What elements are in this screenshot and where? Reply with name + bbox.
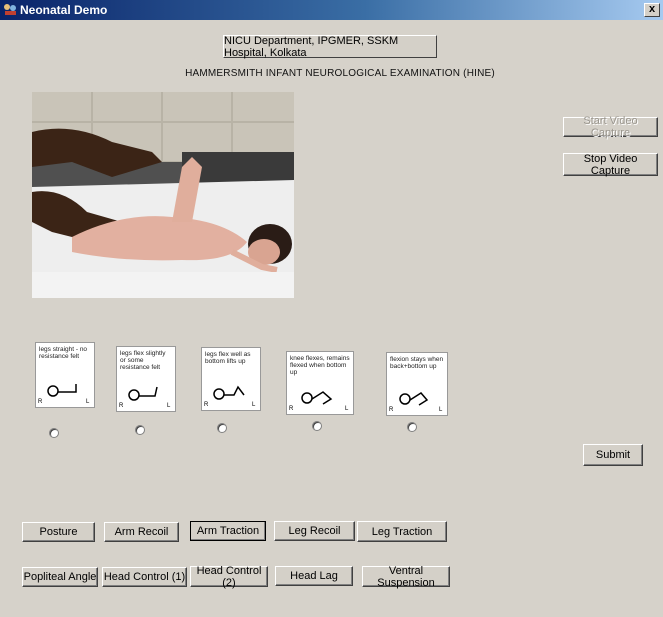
close-button[interactable]: x [644,3,660,17]
right-label: R [119,403,124,409]
head-lag-button[interactable]: Head Lag [275,566,353,586]
option-radio-1[interactable] [49,428,59,438]
option-text: knee flexes, remains flexed when bottom … [290,355,350,376]
option-card-5: flexion stays when back+bottom up RL [386,352,448,416]
right-label: R [38,399,43,405]
popliteal-angle-button[interactable]: Popliteal Angle [22,567,98,587]
leg-traction-button[interactable]: Leg Traction [357,521,447,542]
start-video-capture-button[interactable]: Start Video Capture [563,115,658,139]
leg-posture-figure-4: RL [289,391,349,412]
ventral-suspension-button[interactable]: Ventral Suspension [362,565,450,589]
posture-button[interactable]: Posture [22,522,95,542]
option-radio-5[interactable] [407,422,417,432]
video-preview [32,92,294,298]
option-text: legs flex well as bottom lifts up [205,351,251,365]
right-label: R [289,406,294,412]
option-card-3: legs flex well as bottom lifts up RL [201,347,261,411]
arm-traction-button[interactable]: Arm Traction [190,521,266,541]
left-label: L [252,402,256,408]
window-title: Neonatal Demo [20,3,108,17]
leg-posture-figure-5: RL [389,392,443,413]
option-radio-2[interactable] [135,425,145,435]
right-label: R [389,407,394,413]
left-label: L [439,407,443,413]
option-card-1: legs straight - no resistance felt RL [35,342,95,408]
leg-posture-figure-2: RL [119,386,171,409]
arm-recoil-button[interactable]: Arm Recoil [104,522,179,542]
main-panel: NICU Department, IPGMER, SSKM Hospital, … [0,20,663,617]
department-label: NICU Department, IPGMER, SSKM Hospital, … [223,35,437,59]
left-label: L [86,399,90,405]
option-radio-4[interactable] [312,421,322,431]
head-control-1-button[interactable]: Head Control (1) [102,567,187,587]
stop-video-capture-button[interactable]: Stop Video Capture [563,153,658,177]
option-radio-3[interactable] [217,423,227,433]
left-label: L [345,406,349,412]
right-label: R [204,402,209,408]
option-card-4: knee flexes, remains flexed when bottom … [286,351,354,415]
exam-title: HAMMERSMITH INFANT NEUROLOGICAL EXAMINAT… [185,68,495,79]
app-icon [4,4,16,15]
left-label: L [167,403,171,409]
head-control-2-button[interactable]: Head Control (2) [190,565,268,589]
title-bar: Neonatal Demo x [0,0,663,20]
leg-posture-figure-1: RL [38,384,90,405]
option-text: flexion stays when back+bottom up [390,356,444,370]
option-text: legs straight - no resistance felt [39,346,88,360]
option-text: legs flex slightly or some resistance fe… [120,350,166,371]
submit-button[interactable]: Submit [583,444,643,466]
leg-recoil-button[interactable]: Leg Recoil [274,521,355,541]
leg-posture-figure-3: RL [204,385,256,408]
option-card-2: legs flex slightly or some resistance fe… [116,346,176,412]
